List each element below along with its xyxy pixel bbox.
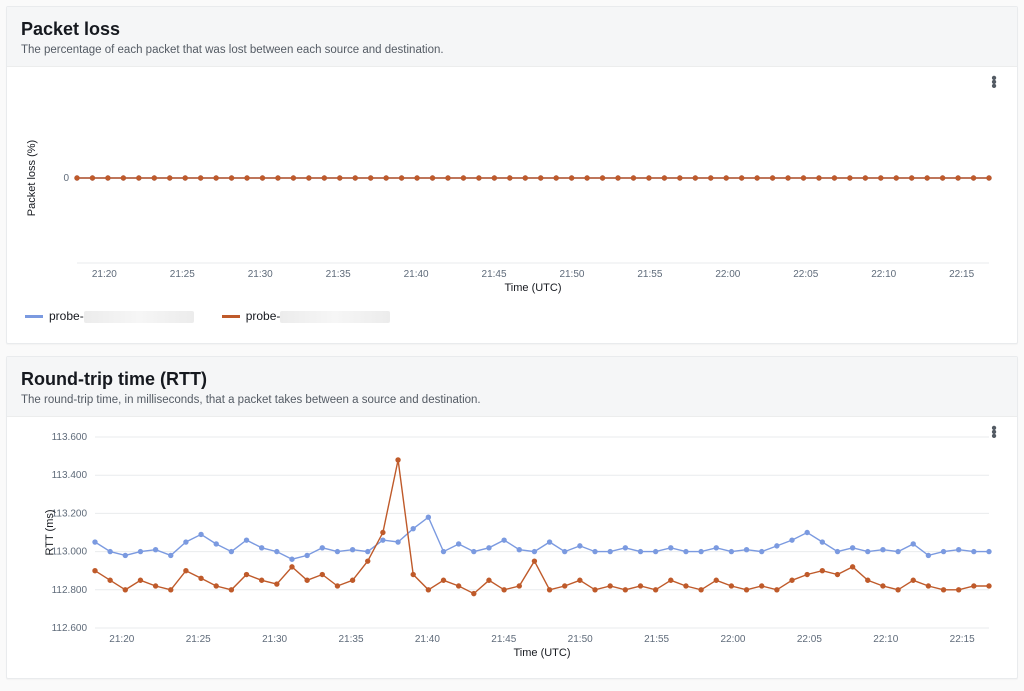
svg-text:21:50: 21:50 <box>568 634 593 645</box>
rtt-header: Round-trip time (RTT) The round-trip tim… <box>7 357 1017 417</box>
legend-label-a: probe- <box>49 309 194 323</box>
svg-text:22:15: 22:15 <box>949 269 974 280</box>
svg-text:113.400: 113.400 <box>52 470 88 481</box>
packet-loss-title: Packet loss <box>21 19 1003 40</box>
svg-text:21:50: 21:50 <box>559 269 584 280</box>
svg-text:21:20: 21:20 <box>92 269 117 280</box>
packet-loss-body: ••• 0 21:20 21:25 21:30 21:35 21:40 21:45 21:50… <box>7 67 1017 343</box>
svg-text:22:05: 22:05 <box>797 634 822 645</box>
svg-text:22:05: 22:05 <box>793 269 818 280</box>
svg-text:21:55: 21:55 <box>644 634 669 645</box>
rtt-chart: 112.600 112.800 113.000 113.200 113.400 113.6… <box>17 423 1007 668</box>
packet-loss-legend: probe- probe- <box>17 303 1007 333</box>
svg-text:21:40: 21:40 <box>404 269 429 280</box>
svg-text:RTT (ms): RTT (ms) <box>44 509 56 555</box>
packet-loss-subtitle: The percentage of each packet that was l… <box>21 44 1003 56</box>
svg-text:0: 0 <box>63 173 69 184</box>
rtt-body: ••• 112.600112.800113.000113.200113.4001… <box>7 417 1017 678</box>
svg-text:Time (UTC): Time (UTC) <box>504 282 561 294</box>
legend-swatch-a <box>25 315 43 318</box>
svg-text:22:00: 22:00 <box>715 269 740 280</box>
rtt-subtitle: The round-trip time, in milliseconds, th… <box>21 394 1003 406</box>
legend-label-b: probe- <box>246 309 391 323</box>
svg-text:Time (UTC): Time (UTC) <box>513 647 570 659</box>
svg-text:21:35: 21:35 <box>338 634 363 645</box>
svg-text:21:30: 21:30 <box>262 634 287 645</box>
svg-text:113.600: 113.600 <box>52 432 88 443</box>
svg-text:21:45: 21:45 <box>491 634 516 645</box>
svg-text:21:20: 21:20 <box>109 634 134 645</box>
svg-text:22:10: 22:10 <box>873 634 898 645</box>
packet-loss-chart: 0 21:20 21:25 21:30 21:35 21:40 21:45 21:50 21:5… <box>17 73 1007 303</box>
svg-text:22:15: 22:15 <box>950 634 975 645</box>
packet-loss-menu-button[interactable]: ••• <box>985 77 1003 95</box>
legend-item-a[interactable]: probe- <box>25 309 194 323</box>
svg-text:22:10: 22:10 <box>871 269 896 280</box>
svg-text:22:00: 22:00 <box>720 634 745 645</box>
rtt-menu-button[interactable]: ••• <box>985 427 1003 445</box>
svg-text:112.800: 112.800 <box>52 585 88 596</box>
svg-text:21:25: 21:25 <box>186 634 211 645</box>
svg-text:113.000: 113.000 <box>52 547 88 558</box>
svg-text:21:35: 21:35 <box>326 269 351 280</box>
rtt-title: Round-trip time (RTT) <box>21 369 1003 390</box>
svg-text:21:45: 21:45 <box>482 269 507 280</box>
svg-text:21:40: 21:40 <box>415 634 440 645</box>
packet-loss-header: Packet loss The percentage of each packe… <box>7 7 1017 67</box>
svg-text:21:55: 21:55 <box>637 269 662 280</box>
packet-loss-card: Packet loss The percentage of each packe… <box>6 6 1018 344</box>
svg-text:113.200: 113.200 <box>52 508 88 519</box>
legend-swatch-b <box>222 315 240 318</box>
legend-item-b[interactable]: probe- <box>222 309 391 323</box>
svg-text:Packet loss (%): Packet loss (%) <box>26 140 38 216</box>
svg-text:21:30: 21:30 <box>248 269 273 280</box>
rtt-card: Round-trip time (RTT) The round-trip tim… <box>6 356 1018 679</box>
svg-text:21:25: 21:25 <box>170 269 195 280</box>
svg-text:112.600: 112.600 <box>52 623 88 634</box>
